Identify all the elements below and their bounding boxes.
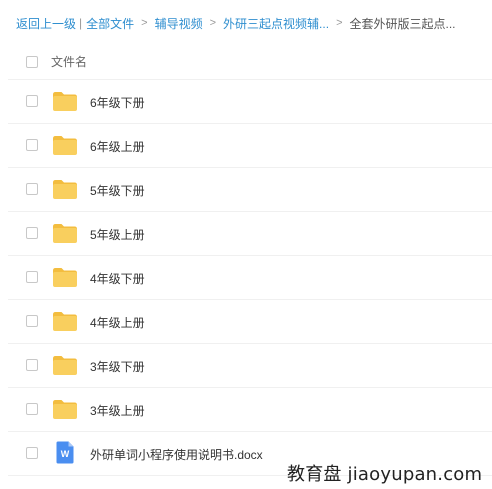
file-list-header: 文件名 bbox=[8, 44, 492, 80]
file-name[interactable]: 6年级上册 bbox=[90, 138, 145, 155]
file-name[interactable]: 外研单词小程序使用说明书.docx bbox=[90, 446, 263, 463]
row-checkbox[interactable] bbox=[26, 227, 38, 239]
file-row[interactable]: 4年级上册 bbox=[8, 300, 492, 344]
file-row[interactable]: 5年级上册 bbox=[8, 212, 492, 256]
breadcrumb-separator: > bbox=[141, 17, 148, 29]
row-checkbox[interactable] bbox=[26, 359, 38, 371]
breadcrumb-tutoring-videos[interactable]: 辅导视频 bbox=[155, 15, 203, 32]
breadcrumb: 返回上一级 | 全部文件 > 辅导视频 > 外研三起点视频辅... > 全套外研… bbox=[16, 14, 456, 32]
word-document-icon[interactable]: W bbox=[56, 441, 74, 464]
column-header-filename[interactable]: 文件名 bbox=[51, 53, 87, 70]
file-row[interactable]: 6年级下册 bbox=[8, 80, 492, 124]
row-checkbox[interactable] bbox=[26, 139, 38, 151]
file-list: 6年级下册 6年级上册 5年级下册 5年级上册 4年级下册 4年级上册 3年级下册 3年级上册… bbox=[8, 80, 492, 476]
svg-text:W: W bbox=[61, 449, 70, 459]
file-row[interactable]: 4年级下册 bbox=[8, 256, 492, 300]
watermark: 教育盘 jiaoyupan.com bbox=[287, 464, 483, 485]
breadcrumb-separator: > bbox=[209, 17, 217, 29]
row-checkbox[interactable] bbox=[26, 271, 38, 283]
back-up-one-level-link[interactable]: 返回上一级 bbox=[16, 15, 76, 32]
file-name[interactable]: 4年级上册 bbox=[90, 314, 145, 331]
row-checkbox[interactable] bbox=[26, 403, 38, 415]
row-checkbox[interactable] bbox=[26, 447, 38, 459]
file-name[interactable]: 5年级下册 bbox=[90, 182, 145, 199]
file-name[interactable]: 4年级下册 bbox=[90, 270, 145, 287]
folder-icon[interactable] bbox=[52, 355, 78, 376]
file-name[interactable]: 3年级下册 bbox=[90, 358, 145, 375]
folder-icon[interactable] bbox=[52, 267, 78, 288]
folder-icon[interactable] bbox=[52, 135, 78, 156]
breadcrumb-current-folder: 全套外研版三起点... bbox=[349, 16, 456, 31]
file-row[interactable]: 5年级下册 bbox=[8, 168, 492, 212]
file-row[interactable]: 6年级上册 bbox=[8, 124, 492, 168]
file-row[interactable]: 3年级下册 bbox=[8, 344, 492, 388]
row-checkbox[interactable] bbox=[26, 315, 38, 327]
breadcrumb-separator: > bbox=[336, 17, 343, 29]
row-checkbox[interactable] bbox=[26, 183, 38, 195]
select-all-checkbox[interactable] bbox=[26, 55, 38, 68]
file-name[interactable]: 5年级上册 bbox=[90, 226, 145, 243]
folder-icon[interactable] bbox=[52, 179, 78, 200]
folder-icon[interactable] bbox=[52, 223, 78, 244]
folder-icon[interactable] bbox=[52, 399, 78, 420]
folder-icon[interactable] bbox=[52, 311, 78, 332]
file-name[interactable]: 3年级上册 bbox=[90, 402, 145, 419]
breadcrumb-divider: | bbox=[79, 16, 83, 30]
file-browser-page: 返回上一级 | 全部文件 > 辅导视频 > 外研三起点视频辅... > 全套外研… bbox=[0, 0, 492, 489]
folder-icon[interactable] bbox=[52, 91, 78, 112]
breadcrumb-waiyan-videos[interactable]: 外研三起点视频辅... bbox=[223, 15, 329, 32]
row-checkbox[interactable] bbox=[26, 95, 38, 107]
file-row[interactable]: 3年级上册 bbox=[8, 388, 492, 432]
file-name[interactable]: 6年级下册 bbox=[90, 94, 145, 111]
breadcrumb-all-files[interactable]: 全部文件 bbox=[86, 15, 134, 32]
